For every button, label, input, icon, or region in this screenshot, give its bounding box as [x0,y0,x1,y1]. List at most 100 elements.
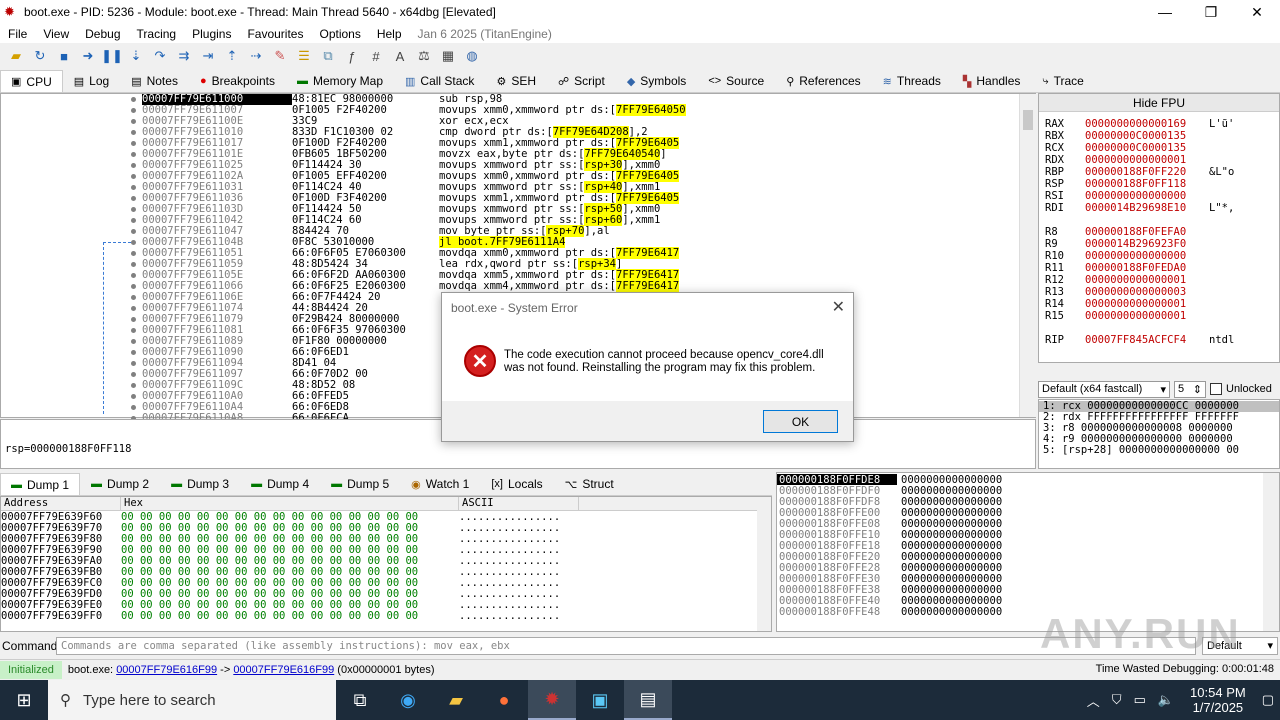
tab-threads[interactable]: ≋ Threads [872,70,952,92]
tab-symbols[interactable]: ◆ Symbols [616,70,697,92]
argument-row[interactable]: 5: [rsp+28] 0000000000000000 00 [1039,445,1279,456]
tab-references[interactable]: ⚲ References [775,70,871,92]
breakpoint-dot-icon[interactable] [131,350,136,355]
stack-row[interactable]: 000000188F0FFE10 0000000000000000 [777,529,1279,541]
breakpoint-dot-icon[interactable] [131,372,136,377]
stack-row[interactable]: 000000188F0FFE18 0000000000000000 [777,540,1279,552]
security-icon[interactable]: ⛉ [1106,692,1128,708]
tab-watch-1[interactable]: ◉ Watch 1 [400,473,480,495]
disasm-instruction[interactable]: movdqa xmm4,xmmword ptr ds:[7FF79E6417 [439,280,721,292]
dialog-close-icon[interactable]: ✕ [832,297,845,317]
menu-plugins[interactable]: Plugins [184,27,239,41]
register-row[interactable]: RSI 0000000000000000 [1039,190,1279,202]
stack-view[interactable]: 000000188F0FFDE8 0000000000000000 00000018… [776,472,1280,632]
breakpoint-dot-icon[interactable] [131,141,136,146]
disassembly-scrollbar[interactable] [1019,94,1036,417]
execute-till-return-icon[interactable]: ⇡ [220,46,244,66]
breakpoint-dot-icon[interactable] [131,97,136,102]
bookmark-icon[interactable]: ⧉ [316,46,340,66]
taskbar-search[interactable]: ⚲ Type here to search [48,680,336,720]
close-button[interactable]: ✕ [1234,0,1280,24]
breakpoint-dot-icon[interactable] [131,361,136,366]
menu-view[interactable]: View [35,27,77,41]
label-icon[interactable]: ☰ [292,46,316,66]
register-row[interactable]: RIP 00007FF845ACFCF4 ntdl [1039,334,1279,346]
menu-tracing[interactable]: Tracing [129,27,185,41]
windows-start-icon[interactable]: ⊞ [0,680,48,720]
clock[interactable]: 10:54 PM 1/7/2025 [1180,685,1256,715]
tab-dump-2[interactable]: ▬ Dump 2 [80,473,160,495]
tab-seh[interactable]: ⚙ SEH [485,70,547,92]
run-to-user-code-icon[interactable]: ⇢ [244,46,268,66]
register-row[interactable]: R8 000000188F0FEFA0 [1039,226,1279,238]
register-row[interactable]: RDI 0000014B29698E10 L"*, [1039,202,1279,214]
restart-icon[interactable]: ↻ [28,46,52,66]
dump-row[interactable]: 00007FF79E639FB0 00 00 00 00 00 00 00 00 … [1,566,771,578]
edge-icon[interactable]: ◉ [384,680,432,720]
chevron-up-icon[interactable]: ︿ [1081,691,1106,710]
task-view-icon[interactable]: ⧉ [336,680,384,720]
breakpoint-dot-icon[interactable] [131,284,136,289]
stack-row[interactable]: 000000188F0FFE38 0000000000000000 [777,584,1279,596]
hide-fpu-button[interactable]: Hide FPU [1039,94,1279,112]
register-row[interactable]: R13 0000000000000003 [1039,286,1279,298]
breakpoint-dot-icon[interactable] [131,240,136,245]
dump-row[interactable]: 00007FF79E639FA0 00 00 00 00 00 00 00 00 … [1,555,771,567]
trace-into-icon[interactable]: ⇉ [172,46,196,66]
calculator-icon[interactable]: ▦ [436,46,460,66]
step-over-icon[interactable]: ↷ [148,46,172,66]
dump-header-ascii[interactable]: ASCII [459,497,579,510]
dump-row[interactable]: 00007FF79E639F70 00 00 00 00 00 00 00 00 … [1,522,771,534]
error-window-taskbar-icon[interactable]: ▤ [624,680,672,720]
register-row[interactable]: R11 000000188F0FEDA0 [1039,262,1279,274]
breakpoint-dot-icon[interactable] [131,163,136,168]
dump-header-hex[interactable]: Hex [121,497,459,510]
tab-dump-3[interactable]: ▬ Dump 3 [160,473,240,495]
tab-locals[interactable]: [x] Locals [480,473,553,495]
tab-breakpoints[interactable]: ● Breakpoints [189,70,286,92]
register-row[interactable]: R14 0000000000000001 [1039,298,1279,310]
tab-cpu[interactable]: ▣ CPU [0,70,63,92]
breakpoint-dot-icon[interactable] [131,317,136,322]
register-row[interactable]: RBP 000000188F0FF220 &L"o [1039,166,1279,178]
arg-count-spinner[interactable]: 5 ⇕ [1174,380,1206,398]
step-into-icon[interactable]: ⇣ [124,46,148,66]
register-row[interactable]: RAX 0000000000000169 L'ũ' [1039,118,1279,130]
breakpoint-dot-icon[interactable] [131,218,136,223]
dump-row[interactable]: 00007FF79E639FC0 00 00 00 00 00 00 00 00 … [1,577,771,589]
maximize-button[interactable]: ❐ [1188,0,1234,24]
function-icon[interactable]: ƒ [340,46,364,66]
dump-header-address[interactable]: Address [1,497,121,510]
stack-scrollbar[interactable] [1263,473,1279,631]
breakpoint-dot-icon[interactable] [131,130,136,135]
breakpoint-dot-icon[interactable] [131,196,136,201]
minimize-button[interactable]: — [1142,0,1188,24]
breakpoint-dot-icon[interactable] [131,251,136,256]
menu-file[interactable]: File [0,27,35,41]
breakpoint-dot-icon[interactable] [131,328,136,333]
tab-handles[interactable]: ▚ Handles [952,70,1032,92]
register-row[interactable]: R10 0000000000000000 [1039,250,1279,262]
tab-trace[interactable]: ⤷ Trace [1031,70,1094,92]
breakpoint-dot-icon[interactable] [131,229,136,234]
tab-dump-1[interactable]: ▬ Dump 1 [0,473,81,495]
stack-row[interactable]: 000000188F0FFE08 0000000000000000 [777,518,1279,530]
command-input[interactable]: Commands are comma separated (like assem… [56,637,1196,655]
file-explorer-icon[interactable]: ▰ [432,680,480,720]
volume-icon[interactable]: 🔈 [1152,692,1180,708]
breakpoint-dot-icon[interactable] [131,273,136,278]
tab-call-stack[interactable]: ▥ Call Stack [394,70,485,92]
notification-icon[interactable]: ▢ [1256,692,1280,708]
register-row[interactable] [1039,214,1279,226]
register-row[interactable]: R12 0000000000000001 [1039,274,1279,286]
breakpoint-dot-icon[interactable] [131,383,136,388]
pause-icon[interactable]: ❚❚ [100,46,124,66]
breakpoint-dot-icon[interactable] [131,119,136,124]
dump-row[interactable]: 00007FF79E639F60 00 00 00 00 00 00 00 00 … [1,511,771,523]
stop-icon[interactable]: ■ [52,46,76,66]
trace-over-icon[interactable]: ⇥ [196,46,220,66]
status-to-address-link[interactable]: 00007FF79E616F99 [233,664,334,676]
font-icon[interactable]: A [388,46,412,66]
breakpoint-dot-icon[interactable] [131,174,136,179]
register-row[interactable]: RSP 000000188F0FF118 [1039,178,1279,190]
